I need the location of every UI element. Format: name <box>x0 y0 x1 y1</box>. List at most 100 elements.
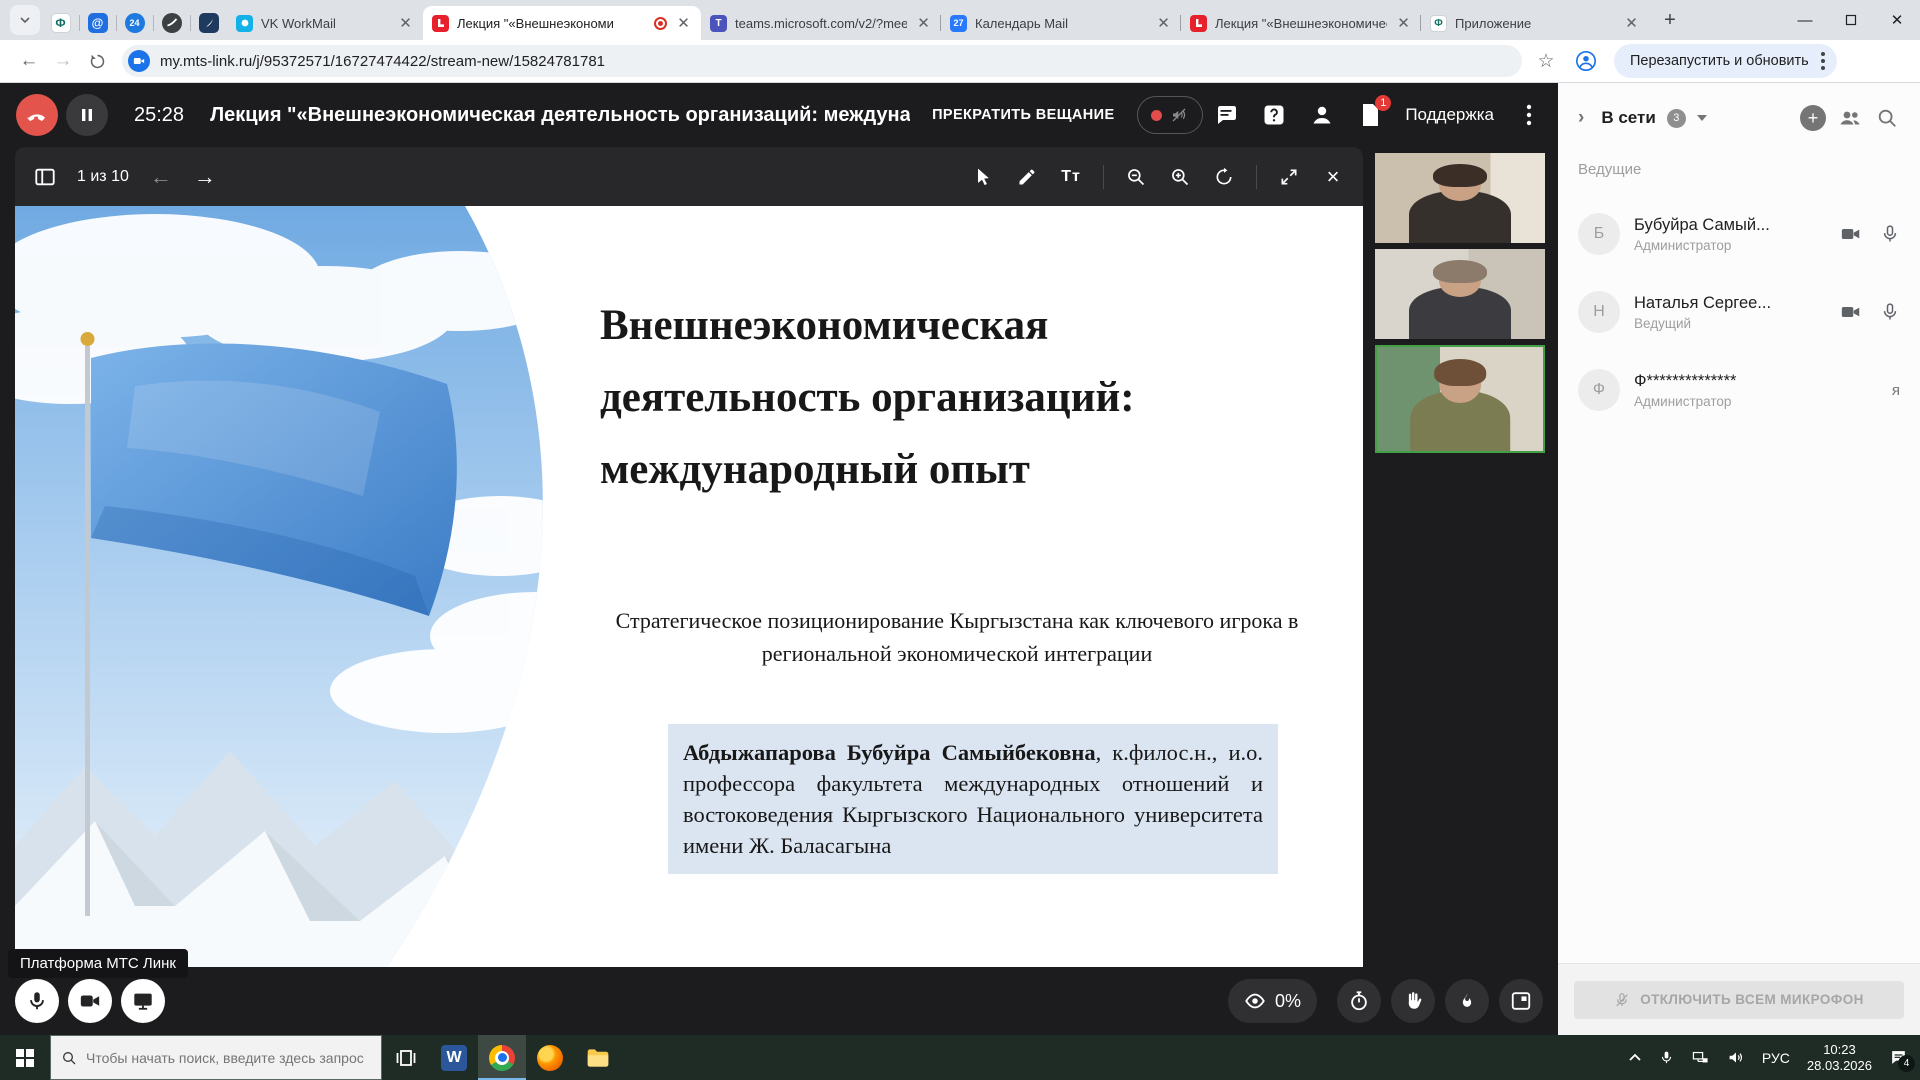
pinned-tab-cloud24[interactable]: 24 <box>116 6 153 40</box>
participant-video-figure <box>1410 391 1510 451</box>
pause-broadcast-button[interactable] <box>66 94 108 136</box>
bookmark-star-icon[interactable]: ☆ <box>1530 45 1562 77</box>
next-slide-button[interactable]: → <box>193 165 217 189</box>
reactions-fire-button[interactable] <box>1445 979 1489 1023</box>
video-tile-1[interactable] <box>1375 153 1545 243</box>
pointer-tool-icon[interactable] <box>971 165 995 189</box>
tab-label: VK WorkMail <box>261 16 389 31</box>
attention-meter[interactable]: 0% <box>1228 979 1317 1023</box>
tab-close-button[interactable]: ✕ <box>1623 15 1640 32</box>
participants-list: Б Бубуйра Самый... Администратор Н Натал… <box>1558 195 1920 429</box>
files-icon[interactable]: 1 <box>1357 102 1383 128</box>
microphone-button[interactable] <box>15 979 59 1023</box>
video-tile-3-active-speaker[interactable] <box>1375 345 1545 453</box>
participant-row[interactable]: Н Наталья Сергее... Ведущий <box>1558 273 1920 351</box>
camera-on-icon[interactable] <box>1840 301 1862 323</box>
support-link[interactable]: Поддержка <box>1405 105 1494 125</box>
previous-slide-button[interactable]: ← <box>149 165 173 189</box>
leave-call-button[interactable] <box>16 94 58 136</box>
pinned-tab-globe[interactable] <box>153 6 190 40</box>
participants-icon[interactable] <box>1309 102 1335 128</box>
tab-close-button[interactable]: ✕ <box>915 15 932 32</box>
fullscreen-icon[interactable] <box>1277 165 1301 189</box>
tab-vk-workmail[interactable]: VK WorkMail ✕ <box>227 6 423 40</box>
pinned-tab-phi[interactable]: Ф <box>42 6 79 40</box>
tray-volume-icon[interactable] <box>1727 1049 1745 1066</box>
chevron-down-icon[interactable] <box>1697 115 1707 121</box>
browser-menu-icon[interactable] <box>1821 52 1825 70</box>
tab-close-button[interactable]: ✕ <box>397 15 414 32</box>
invite-participant-button[interactable]: + <box>1800 105 1826 131</box>
online-filter-label[interactable]: В сети <box>1601 108 1655 128</box>
zoom-in-icon[interactable] <box>1168 165 1192 189</box>
presenter-name: Абдыжапарова Бубуйра Самыйбековна <box>683 740 1096 765</box>
raise-hand-button[interactable] <box>1391 979 1435 1023</box>
window-close-button[interactable]: ✕ <box>1874 0 1920 40</box>
window-minimize-button[interactable]: — <box>1782 0 1828 40</box>
tab-lecture-active[interactable]: Лекция "«Внешнеэкономи ✕ <box>423 6 701 40</box>
mute-all-button[interactable]: ОТКЛЮЧИТЬ ВСЕМ МИКРОФОН <box>1574 981 1904 1019</box>
zoom-out-icon[interactable] <box>1124 165 1148 189</box>
text-tool-icon[interactable]: Tт <box>1059 165 1083 189</box>
participant-row[interactable]: Ф Ф************** Администратор я <box>1558 351 1920 429</box>
tab-calendar[interactable]: 27 Календарь Mail ✕ <box>941 6 1181 40</box>
taskbar-chrome-icon[interactable] <box>478 1035 526 1080</box>
new-tab-button[interactable]: + <box>1655 5 1685 35</box>
start-button[interactable] <box>0 1035 50 1080</box>
camera-permission-icon[interactable] <box>128 50 150 72</box>
screen-share-button[interactable] <box>121 979 165 1023</box>
profile-icon[interactable] <box>1570 45 1602 77</box>
pinned-tab-sail[interactable] <box>190 6 227 40</box>
layout-button[interactable] <box>1499 979 1543 1023</box>
stop-broadcast-button[interactable]: ПРЕКРАТИТЬ ВЕЩАНИЕ <box>932 107 1115 123</box>
tray-network-icon[interactable] <box>1691 1049 1710 1066</box>
reload-button[interactable] <box>80 44 114 78</box>
taskbar-folder-icon[interactable] <box>574 1035 622 1080</box>
pinned-tab-mail[interactable]: @ <box>79 6 116 40</box>
close-presentation-icon[interactable]: × <box>1321 165 1345 189</box>
task-view-button[interactable] <box>382 1035 430 1080</box>
tray-expand-icon[interactable] <box>1628 1051 1642 1065</box>
taskbar-clock[interactable]: 10:23 28.03.2026 <box>1807 1042 1872 1074</box>
chat-icon[interactable] <box>1213 102 1239 128</box>
taskbar-word-icon[interactable]: W <box>430 1035 478 1080</box>
tab-lecture-2[interactable]: Лекция "«Внешнеэкономичес ✕ <box>1181 6 1421 40</box>
forward-button[interactable]: → <box>46 44 80 78</box>
camera-on-icon[interactable] <box>1840 223 1862 245</box>
people-icon[interactable] <box>1837 105 1863 131</box>
camera-button[interactable] <box>68 979 112 1023</box>
tab-close-button[interactable]: ✕ <box>675 15 692 32</box>
tab-close-button[interactable]: ✕ <box>1155 15 1172 32</box>
browser-update-button[interactable]: Перезапустить и обновить <box>1614 44 1837 78</box>
search-icon[interactable] <box>1874 105 1900 131</box>
tab-close-button[interactable]: ✕ <box>1395 15 1412 32</box>
timer-tool-button[interactable] <box>1337 979 1381 1023</box>
tray-mic-icon[interactable] <box>1659 1049 1674 1066</box>
help-icon[interactable] <box>1261 102 1287 128</box>
slide-canvas: Внешнеэкономическая деятельность организ… <box>15 206 1363 967</box>
taskbar-search-input[interactable] <box>86 1050 371 1066</box>
participant-row[interactable]: Б Бубуйра Самый... Администратор <box>1558 195 1920 273</box>
more-menu-icon[interactable] <box>1516 102 1542 128</box>
hosts-section-label: Ведущие <box>1578 161 1641 178</box>
tab-teams[interactable]: T teams.microsoft.com/v2/?meeti ✕ <box>701 6 941 40</box>
language-indicator[interactable]: РУС <box>1762 1050 1790 1066</box>
tab-search-button[interactable] <box>10 5 40 35</box>
collapse-sidebar-icon[interactable]: › <box>1578 107 1584 129</box>
notification-center-icon[interactable]: 4 <box>1889 1048 1908 1067</box>
address-bar[interactable]: my.mts-link.ru/j/95372571/16727474422/st… <box>122 45 1522 77</box>
window-maximize-button[interactable] <box>1828 0 1874 40</box>
desktop-screen: Ф @ 24 VK WorkMail ✕ Лекция "«Внешнеэкон… <box>0 0 1920 1080</box>
mic-on-icon[interactable] <box>1880 301 1900 323</box>
taskbar-search[interactable] <box>50 1035 382 1080</box>
mic-on-icon[interactable] <box>1880 223 1900 245</box>
back-button[interactable]: ← <box>12 44 46 78</box>
tab-app[interactable]: Ф Приложение ✕ <box>1421 6 1649 40</box>
recording-status-pill[interactable] <box>1137 96 1203 134</box>
presentation-panel: 1 из 10 ← → Tт <box>15 147 1363 967</box>
slide-panel-icon[interactable] <box>33 165 57 189</box>
video-tile-2[interactable] <box>1375 249 1545 339</box>
reset-view-icon[interactable] <box>1212 165 1236 189</box>
taskbar-firefox-icon[interactable] <box>526 1035 574 1080</box>
pencil-tool-icon[interactable] <box>1015 165 1039 189</box>
